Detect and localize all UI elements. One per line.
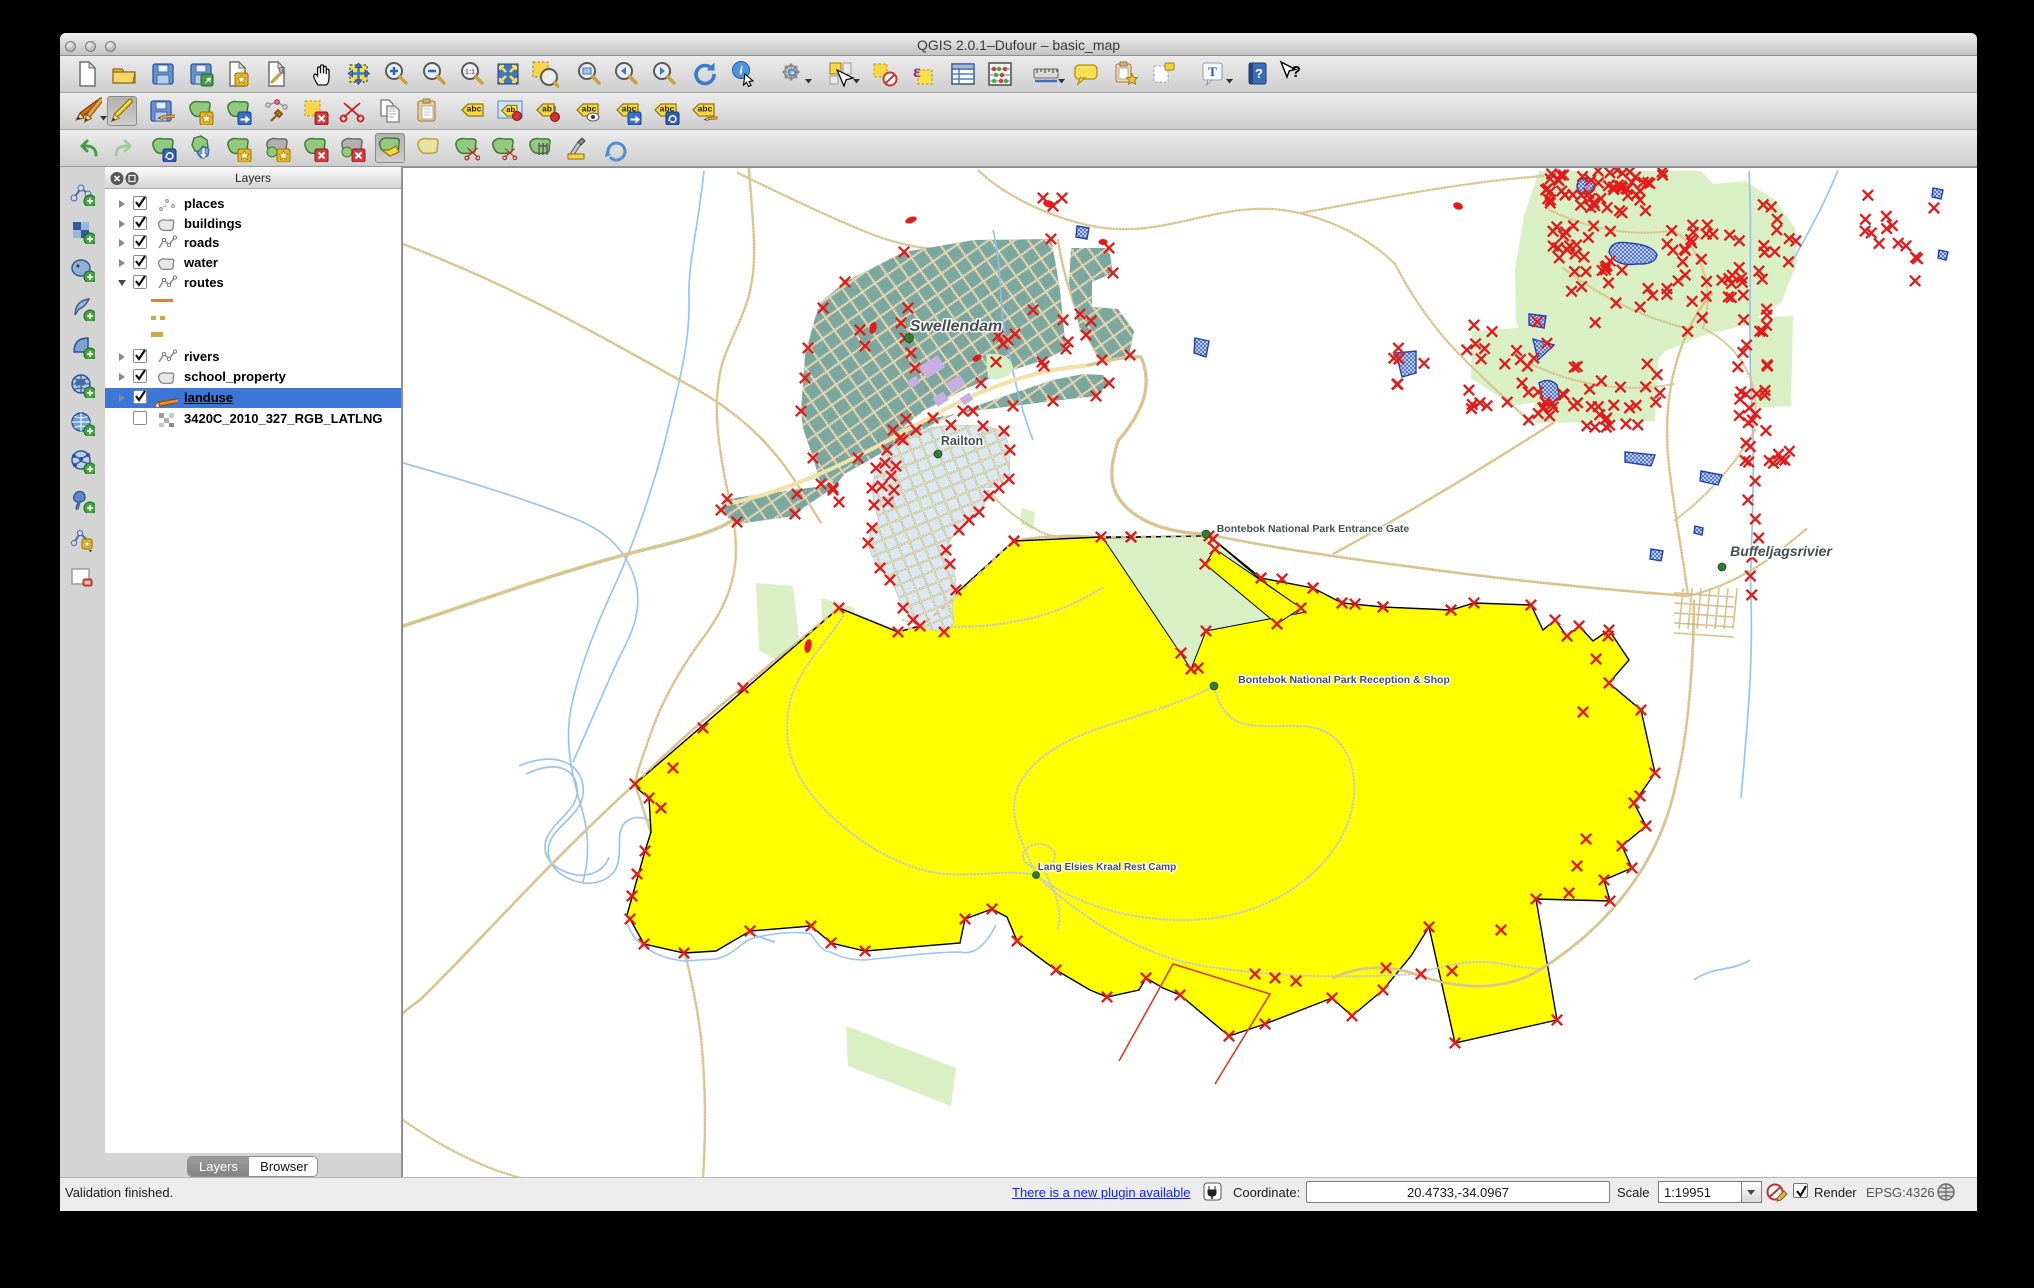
svg-text:1:1: 1:1 (465, 69, 475, 76)
svg-text:Swellendam: Swellendam (910, 318, 1002, 335)
svg-text:T: T (1208, 64, 1217, 79)
svg-text:abc: abc (698, 104, 713, 114)
svg-text:Lang Elsies Kraal Rest Camp: Lang Elsies Kraal Rest Camp (1038, 862, 1176, 873)
svg-text:Bontebok National Park Entranc: Bontebok National Park Entrance Gate (1217, 523, 1410, 535)
svg-text:ε: ε (913, 61, 921, 81)
svg-text:Railton: Railton (941, 434, 983, 448)
svg-text:abc: abc (467, 104, 482, 114)
svg-text:?: ? (1255, 66, 1263, 81)
svg-text:Bontebok National Park Recepti: Bontebok National Park Reception & Shop (1238, 674, 1450, 686)
svg-text:Buffeljagsrivier: Buffeljagsrivier (1730, 543, 1833, 559)
svg-text:?: ? (1291, 64, 1301, 81)
svg-text:ab: ab (542, 104, 552, 114)
svg-text:abc: abc (582, 104, 597, 114)
